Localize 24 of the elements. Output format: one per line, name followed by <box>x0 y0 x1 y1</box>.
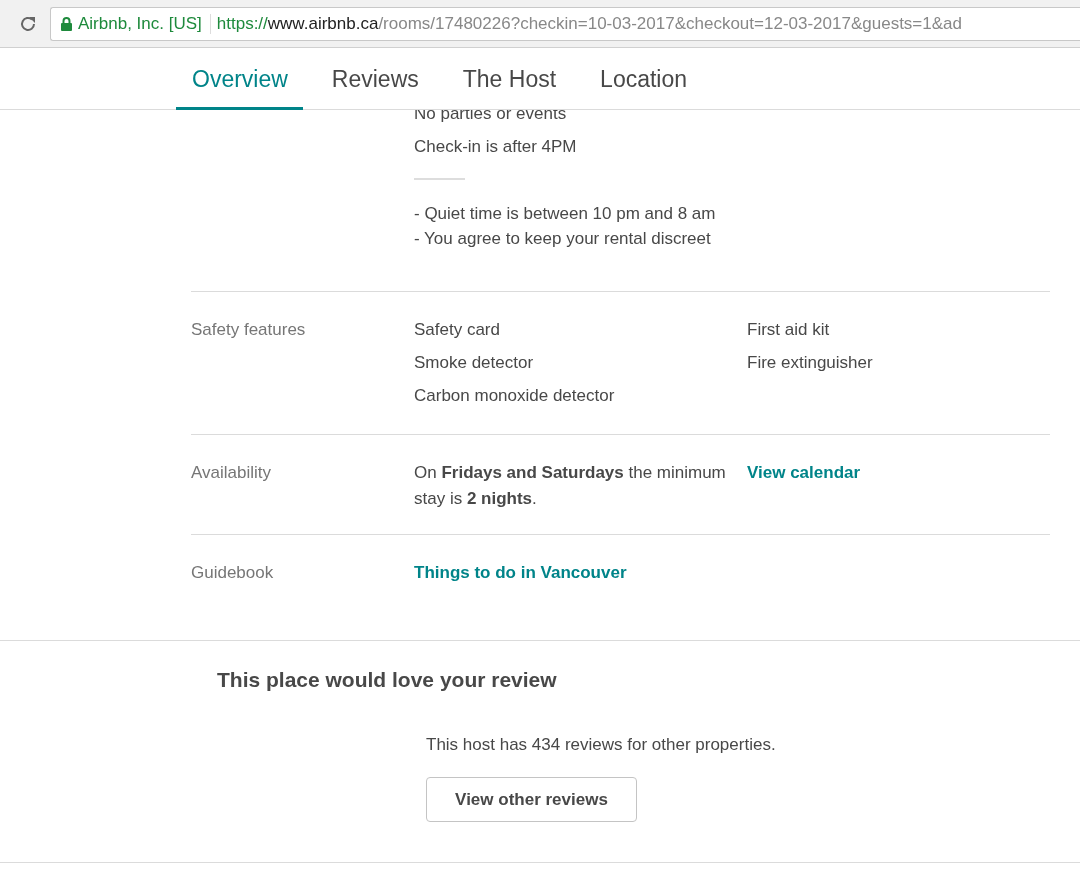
house-rule: - Quiet time is between 10 pm and 8 am <box>414 203 717 225</box>
nav-tab[interactable]: Reviews <box>315 48 434 110</box>
house-rule: - You agree to keep your rental discreet <box>414 228 712 250</box>
nav-tab[interactable]: Location <box>584 48 703 110</box>
nav-tab[interactable]: The Host <box>446 48 572 110</box>
address-field[interactable]: Airbnb, Inc. [US] https://www.airbnb.ca/rooms/17480226?checkin=10-03-2017&checkout=12-03-2017&guests=1&ad <box>50 6 1080 41</box>
calendar-link[interactable]: View calendar <box>747 463 861 482</box>
feature-item: First aid kit <box>747 319 831 341</box>
feature-item: Safety card <box>414 319 501 341</box>
section-heading: This place would love your review <box>217 667 558 693</box>
detail-label: Guidebook <box>191 562 275 584</box>
feature-item: Carbon monoxide detector <box>414 385 616 407</box>
lock-icon <box>61 16 72 31</box>
feature-item: Fire extinguisher <box>747 352 874 374</box>
guidebook-link[interactable]: Things to do in Vancouver <box>414 563 627 582</box>
site-identity: Airbnb, Inc. [US] <box>78 13 211 34</box>
url-text: https://www.airbnb.ca/rooms/17480226?checkin=10-03-2017&checkout=12-03-2017&guests=1&ad <box>215 13 962 34</box>
availability-text: On Fridays and Saturdays the minimum stay is 2 nights. <box>414 462 727 510</box>
detail-label: Safety features <box>191 319 307 341</box>
nav-tab[interactable]: Overview <box>176 48 303 110</box>
detail-label: Availability <box>191 462 272 484</box>
review-count-text: This host has 434 reviews for other properties. <box>426 734 777 756</box>
house-rule: Check-in is after 4PM <box>414 136 578 158</box>
feature-item: Smoke detector <box>414 352 535 374</box>
